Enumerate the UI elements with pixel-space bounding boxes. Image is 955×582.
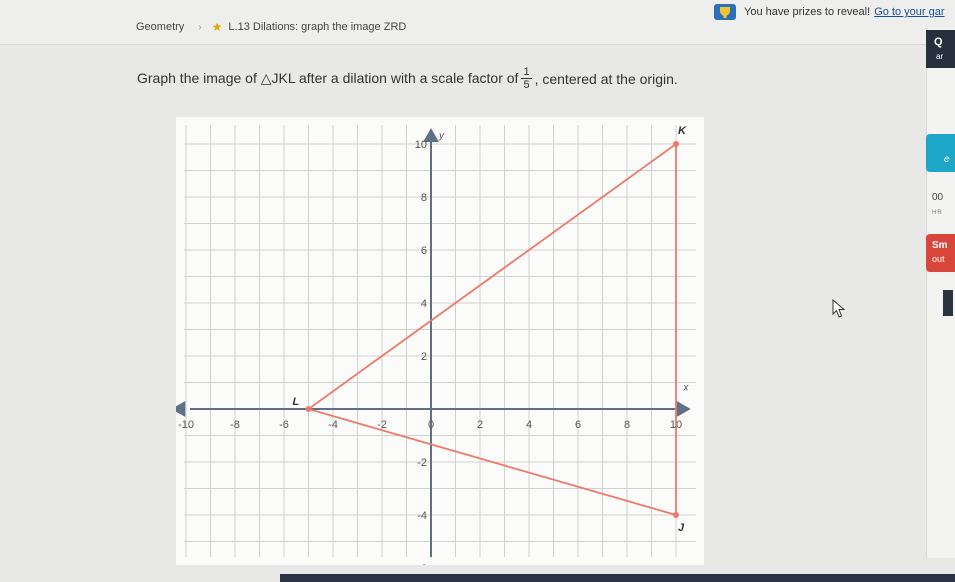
prize-banner: You have prizes to reveal! Go to your ga… [712,2,945,22]
x-axis-label: x [682,382,689,393]
trophy-icon [714,4,736,20]
y-tick-label: -6 [417,563,427,565]
fraction-numerator: 1 [521,66,532,79]
graph-canvas[interactable]: xy-10-8-6-4-20246810108642-2-4-6JKL [176,117,704,565]
smart-score-tile: Sm out [926,234,955,272]
vertex-label: K [678,125,687,137]
x-axis-arrow-right-icon [676,401,691,417]
y-tick-label: 10 [415,139,427,151]
vertex-label: J [678,522,685,534]
y-tick-label: -4 [417,510,427,522]
smart-score-sublabel: out [932,254,945,264]
fraction-denominator: 5 [523,79,530,91]
y-tick-label: 8 [421,192,427,204]
x-tick-label: 6 [575,419,581,431]
x-tick-label: -10 [178,419,194,431]
mouse-cursor-icon [832,299,846,318]
breadcrumb-skill: L.13 Dilations: graph the image ZRD [228,21,407,33]
prize-text: You have prizes to reveal! [744,6,871,18]
x-tick-label: 0 [428,419,434,431]
timer-unit-label: HR [932,210,943,216]
y-tick-label: 4 [421,298,427,310]
x-tick-label: -4 [328,419,338,431]
timer-value: 00 [932,192,944,203]
x-tick-label: 8 [624,419,630,431]
teal-tile-label: e [944,154,950,165]
y-tick-label: 6 [421,245,427,257]
questions-answered-tile: Q ar [926,30,955,68]
y-tick-label: -2 [417,457,427,469]
x-tick-label: -6 [279,419,289,431]
x-tick-label: 4 [526,419,532,431]
game-link[interactable]: Go to your gar [874,6,944,18]
question-prompt: Graph the image of △JKL after a dilation… [137,66,678,91]
top-bar: Geometry › ★ L.13 Dilations: graph the i… [0,0,955,45]
taskbar [280,574,955,582]
breadcrumb-separator: › [198,21,202,33]
scale-factor-fraction: 1 5 [521,66,532,91]
question-prefix: Graph the image of △JKL after a dilation… [137,70,519,86]
y-tick-label: 2 [421,351,427,363]
vertex-point [305,406,312,412]
smart-score-label: Sm [932,240,948,251]
breadcrumb-subject[interactable]: Geometry [136,21,184,33]
questions-label: Q [934,36,943,48]
vertex-point [673,141,679,147]
score-bracket-icon [943,290,953,316]
question-suffix: , centered at the origin. [534,70,678,87]
y-axis-label: y [438,131,445,142]
coordinate-graph[interactable]: xy-10-8-6-4-20246810108642-2-4-6JKL [176,117,704,565]
vertex-point [673,512,679,518]
x-axis-arrow-left-icon [176,401,186,417]
time-elapsed-tile: e [926,134,955,172]
breadcrumb: Geometry › ★ L.13 Dilations: graph the i… [136,20,406,34]
star-icon: ★ [211,20,223,34]
questions-sublabel: ar [936,52,944,61]
vertex-label: L [293,396,300,408]
x-tick-label: 2 [477,419,483,431]
x-tick-label: -8 [230,419,240,431]
